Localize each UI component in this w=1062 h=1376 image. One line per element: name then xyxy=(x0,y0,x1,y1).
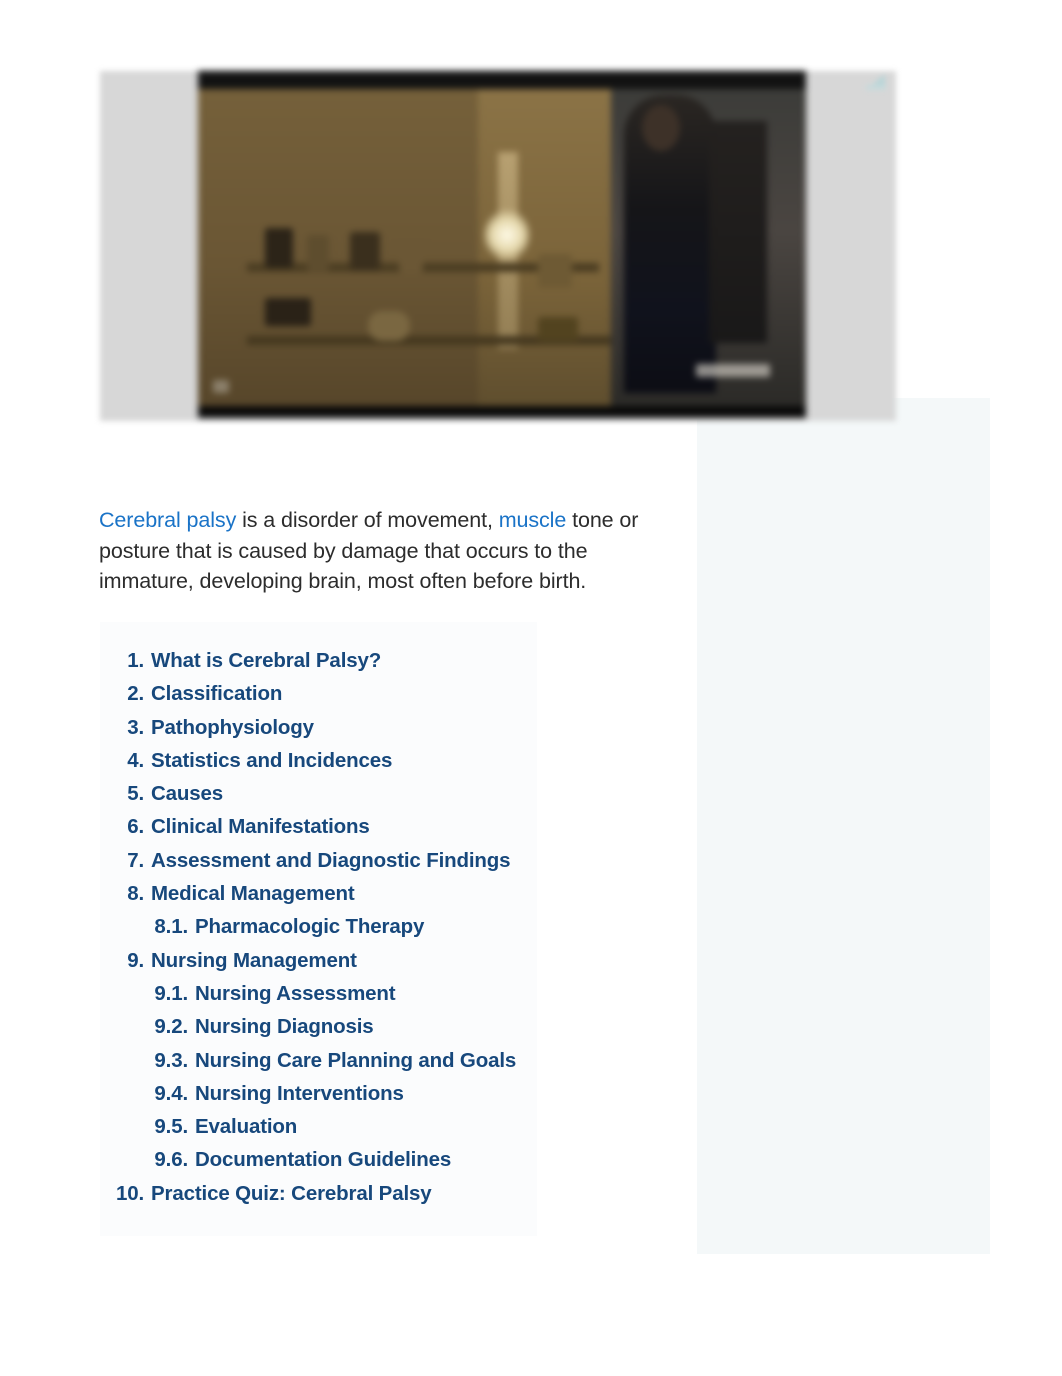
video-letterbox-bottom xyxy=(198,406,806,418)
toc-item-number: 9.4. xyxy=(154,1081,188,1105)
toc-item-number: 8.1. xyxy=(154,915,188,939)
toc-item-link[interactable]: Causes xyxy=(151,777,223,810)
video-scene xyxy=(198,89,806,406)
article-intro-paragraph: Cerebral palsy is a disorder of movement… xyxy=(99,505,677,597)
toc-item-number: 10. xyxy=(115,1181,144,1205)
link-muscle[interactable]: muscle xyxy=(499,508,567,532)
toc-item-link[interactable]: Medical Management xyxy=(151,877,355,910)
scene-corner-badge xyxy=(213,380,230,394)
toc-item[interactable]: 9. Nursing Management xyxy=(100,944,537,977)
adchoices-icon[interactable] xyxy=(855,71,889,97)
toc-item[interactable]: 9.2. Nursing Diagnosis xyxy=(100,1010,537,1043)
toc-item-number: 7. xyxy=(127,848,144,872)
toc-item[interactable]: 9.3. Nursing Care Planning and Goals xyxy=(100,1044,537,1077)
toc-item-link[interactable]: What is Cerebral Palsy? xyxy=(151,644,381,677)
link-cerebral-palsy[interactable]: Cerebral palsy xyxy=(99,508,236,532)
scene-object xyxy=(398,237,423,272)
toc-item-number: 5. xyxy=(127,782,144,806)
toc-item-number: 1. xyxy=(127,649,144,672)
scene-object xyxy=(368,310,411,341)
toc-item-number: 6. xyxy=(127,815,144,839)
article-page: Cerebral palsy is a disorder of movement… xyxy=(0,0,1062,1376)
toc-item[interactable]: 9.5. Evaluation xyxy=(100,1110,537,1143)
toc-item-link[interactable]: Clinical Manifestations xyxy=(151,810,370,843)
toc-item-number: 9.1. xyxy=(154,981,188,1005)
toc-item-number: 9.3. xyxy=(154,1048,188,1072)
scene-object xyxy=(264,298,311,327)
toc-item-link[interactable]: Pathophysiology xyxy=(151,711,314,744)
toc-item-number: 9.6. xyxy=(154,1148,188,1172)
toc-item[interactable]: 2. Classification xyxy=(100,677,537,710)
toc-item-link[interactable]: Assessment and Diagnostic Findings xyxy=(151,844,511,877)
toc-item[interactable]: 1. What is Cerebral Palsy? xyxy=(100,644,537,677)
scene-object xyxy=(350,231,380,270)
scene-lamp-glow xyxy=(483,209,530,262)
adchoices-bar-icon xyxy=(866,85,886,90)
scene-object xyxy=(307,234,330,271)
toc-item-link[interactable]: Classification xyxy=(151,677,282,710)
table-of-contents: 1. What is Cerebral Palsy? 2. Classificatio… xyxy=(100,622,537,1237)
video-advertisement[interactable] xyxy=(100,71,896,421)
scene-object xyxy=(538,253,573,288)
toc-list: 1. What is Cerebral Palsy? 2. Classificatio… xyxy=(100,644,537,1210)
scene-object xyxy=(538,317,579,342)
scene-person-secondary xyxy=(708,120,767,343)
toc-item-link[interactable]: Nursing Management xyxy=(151,944,357,977)
toc-item[interactable]: 8.1. Pharmacologic Therapy xyxy=(100,910,537,943)
toc-item-link[interactable]: Evaluation xyxy=(195,1110,297,1143)
toc-item-link[interactable]: Nursing Interventions xyxy=(195,1077,404,1110)
toc-item[interactable]: 9.4. Nursing Interventions xyxy=(100,1077,537,1110)
toc-item-link[interactable]: Nursing Care Planning and Goals xyxy=(195,1044,516,1077)
toc-item[interactable]: 6. Clinical Manifestations xyxy=(100,810,537,843)
toc-item-link[interactable]: Nursing Assessment xyxy=(195,977,396,1010)
toc-item[interactable]: 8. Medical Management xyxy=(100,877,537,910)
right-column-panel xyxy=(697,398,990,1254)
toc-item[interactable]: 3. Pathophysiology xyxy=(100,711,537,744)
toc-item-number: 3. xyxy=(127,715,144,739)
toc-item-link[interactable]: Practice Quiz: Cerebral Palsy xyxy=(151,1177,432,1210)
toc-item-number: 8. xyxy=(127,882,144,906)
toc-item[interactable]: 5. Causes xyxy=(100,777,537,810)
toc-item-link[interactable]: Statistics and Incidences xyxy=(151,744,392,777)
toc-item-number: 4. xyxy=(127,748,144,772)
advertiser-logo xyxy=(695,364,770,378)
scene-person-head xyxy=(641,104,680,151)
toc-item[interactable]: 9.6. Documentation Guidelines xyxy=(100,1143,537,1176)
toc-item-link[interactable]: Pharmacologic Therapy xyxy=(195,910,424,943)
toc-item-number: 9.2. xyxy=(154,1015,188,1039)
video-letterbox-top xyxy=(198,71,806,89)
toc-item[interactable]: 4. Statistics and Incidences xyxy=(100,744,537,777)
toc-item-link[interactable]: Documentation Guidelines xyxy=(195,1143,451,1176)
intro-segment-1: is a disorder of movement, xyxy=(236,508,499,532)
toc-item-number: 2. xyxy=(127,682,144,706)
toc-item-number: 9.5. xyxy=(154,1115,188,1139)
toc-item[interactable]: 9.1. Nursing Assessment xyxy=(100,977,537,1010)
scene-wall-left xyxy=(198,89,478,406)
toc-item-link[interactable]: Nursing Diagnosis xyxy=(195,1010,374,1043)
toc-item[interactable]: 7. Assessment and Diagnostic Findings xyxy=(100,844,537,877)
toc-item-number: 9. xyxy=(127,948,144,972)
toc-item[interactable]: 10. Practice Quiz: Cerebral Palsy xyxy=(100,1177,537,1210)
ad-video-player[interactable] xyxy=(198,71,806,418)
adchoices-triangle-icon xyxy=(872,74,885,85)
scene-object xyxy=(264,228,293,269)
